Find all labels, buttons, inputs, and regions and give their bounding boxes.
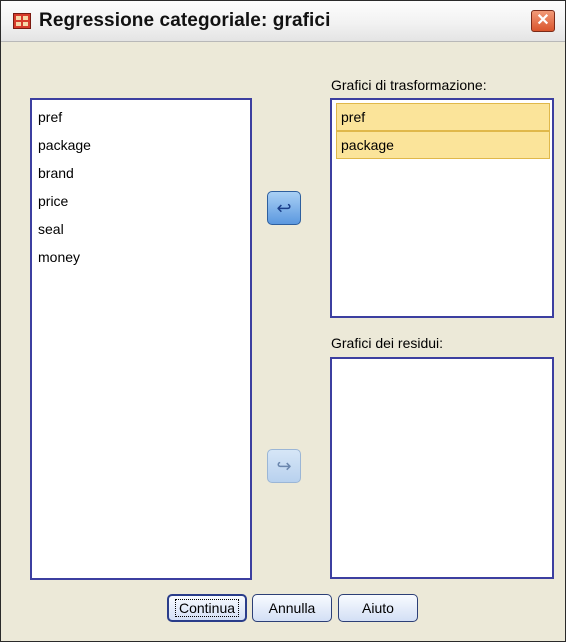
title-bar[interactable]: Regressione categoriale: grafici ✕ — [1, 1, 565, 42]
help-button[interactable]: Aiuto — [338, 594, 418, 622]
arrow-left-curved-icon: ↩ — [276, 198, 292, 218]
window-title: Regressione categoriale: grafici — [39, 10, 331, 31]
transformation-plots-list[interactable]: pref package — [330, 98, 554, 318]
continue-button[interactable]: Continua — [167, 594, 247, 622]
continue-label: Continua — [174, 599, 240, 617]
move-to-transformation-button[interactable]: ↩ — [267, 191, 301, 225]
list-item[interactable]: pref — [336, 103, 550, 131]
list-item[interactable]: price — [38, 193, 68, 209]
move-to-residual-button[interactable]: ↪ — [267, 449, 301, 483]
variable-list[interactable]: pref package brand price seal money — [30, 98, 252, 580]
residual-plots-list[interactable] — [330, 357, 554, 579]
close-icon[interactable]: ✕ — [531, 10, 555, 32]
residual-plots-label: Grafici dei residui: — [331, 335, 444, 351]
list-item[interactable]: package — [336, 131, 550, 159]
cancel-button[interactable]: Annulla — [252, 594, 332, 622]
app-grid-icon — [13, 13, 31, 29]
transformation-plots-label: Grafici di trasformazione: — [331, 77, 487, 93]
list-item[interactable]: seal — [38, 221, 64, 237]
list-item[interactable]: brand — [38, 165, 74, 181]
cancel-label: Annulla — [268, 600, 316, 616]
arrow-right-curved-icon: ↪ — [276, 456, 292, 476]
list-item[interactable]: pref — [38, 109, 62, 125]
list-item[interactable]: package — [38, 137, 91, 153]
dialog-window: Regressione categoriale: grafici ✕ pref … — [0, 0, 566, 642]
help-label: Aiuto — [362, 600, 394, 616]
list-item[interactable]: money — [38, 249, 80, 265]
